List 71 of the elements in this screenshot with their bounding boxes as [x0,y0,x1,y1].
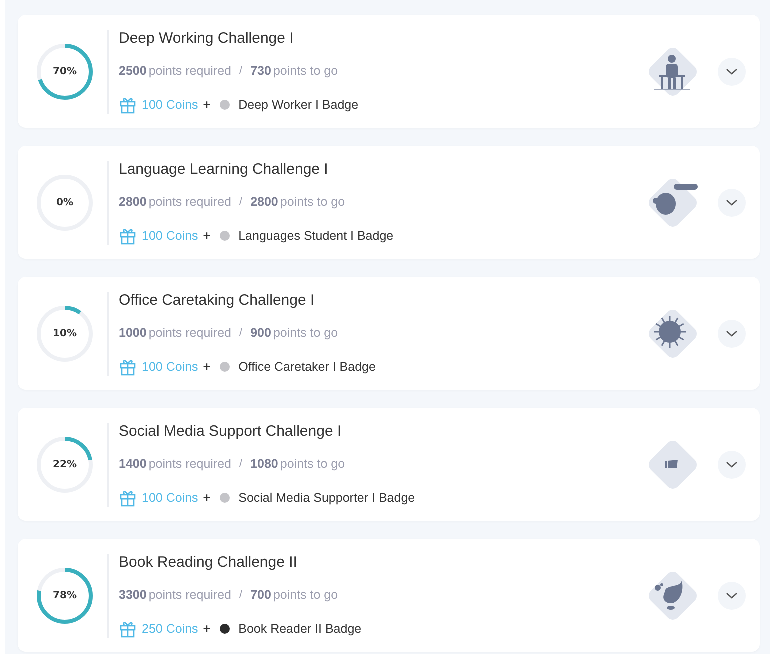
points-required-value: 3300 [119,588,147,602]
coins-reward: 100 Coins [142,98,198,112]
points-to-go-label: points to go [273,588,338,602]
challenge-title: Book Reading Challenge II [119,554,298,570]
coins-reward: 250 Coins [142,622,198,636]
plus-sign: + [203,228,211,242]
challenge-title: Social Media Support Challenge I [119,422,343,440]
coins-reward: 100 Coins [142,490,198,504]
gift-icon [119,226,137,244]
gift-icon [119,96,137,114]
badge-reward: Deep Worker I Badge [238,98,359,112]
points-required-label: points required [148,588,232,602]
points-required-label: points required [148,326,232,340]
badge-reward: Office Caretaker I Badge [238,360,376,374]
separator: / [240,458,243,470]
plus-sign: + [203,622,211,636]
separator: / [240,589,243,601]
points-required-value: 2500 [119,64,147,78]
points-to-go-label: points to go [280,457,346,471]
expand-button[interactable] [718,188,746,216]
progress-ring [37,306,93,362]
points-required-value: 2800 [119,195,147,209]
plus-sign: + [203,98,211,112]
plus-sign: + [203,490,211,504]
points-to-go-label: points to go [273,326,338,340]
challenge-title: Deep Working Challenge I [119,30,295,46]
points-to-go-value: 700 [250,588,272,602]
badge-reward: Languages Student I Badge [238,228,394,242]
progress-percent: 70% [53,66,77,77]
points-to-go-label: points to go [280,195,346,209]
progress-percent: 0% [56,197,74,208]
gift-icon [119,488,137,506]
chevron-down-icon [726,330,738,338]
chevron-down-icon [726,592,738,600]
badge-reward: Book Reader II Badge [238,622,362,636]
separator: / [240,327,243,339]
points-required-label: points required [148,457,232,471]
gift-icon [119,620,137,638]
challenge-title: Office Caretaking Challenge I [119,292,316,308]
separator: / [240,65,243,77]
points-to-go-value: 900 [250,326,272,340]
badge-reward: Social Media Supporter I Badge [238,490,416,504]
points-to-go-value: 730 [250,64,272,78]
points-to-go-label: points to go [273,64,338,78]
plus-sign: + [203,360,211,374]
expand-button[interactable] [718,582,746,610]
expand-button[interactable] [718,450,746,478]
progress-percent: 10% [53,328,77,339]
chevron-down-icon [726,198,738,206]
progress-ring [37,568,93,624]
points-required-value: 1400 [119,457,147,471]
progress-percent: 22% [53,459,77,470]
points-required-label: points required [148,64,232,78]
points-required-value: 1000 [119,326,147,340]
progress-percent: 78% [53,590,77,601]
expand-button[interactable] [718,58,746,86]
expand-button[interactable] [718,320,746,348]
progress-ring [37,436,93,492]
chevron-down-icon [726,460,738,468]
points-required-label: points required [148,195,232,209]
separator: / [240,196,243,208]
challenge-title: Language Learning Challenge I [119,160,330,178]
person-at-desk-icon [654,54,690,90]
points-to-go-value: 2800 [250,195,278,209]
gift-icon [119,358,137,376]
progress-ring [37,44,93,100]
chevron-down-icon [726,68,738,76]
points-to-go-value: 1080 [250,457,278,471]
coins-reward: 100 Coins [142,360,198,374]
flag-icon [665,460,678,468]
coins-reward: 100 Coins [142,228,198,242]
